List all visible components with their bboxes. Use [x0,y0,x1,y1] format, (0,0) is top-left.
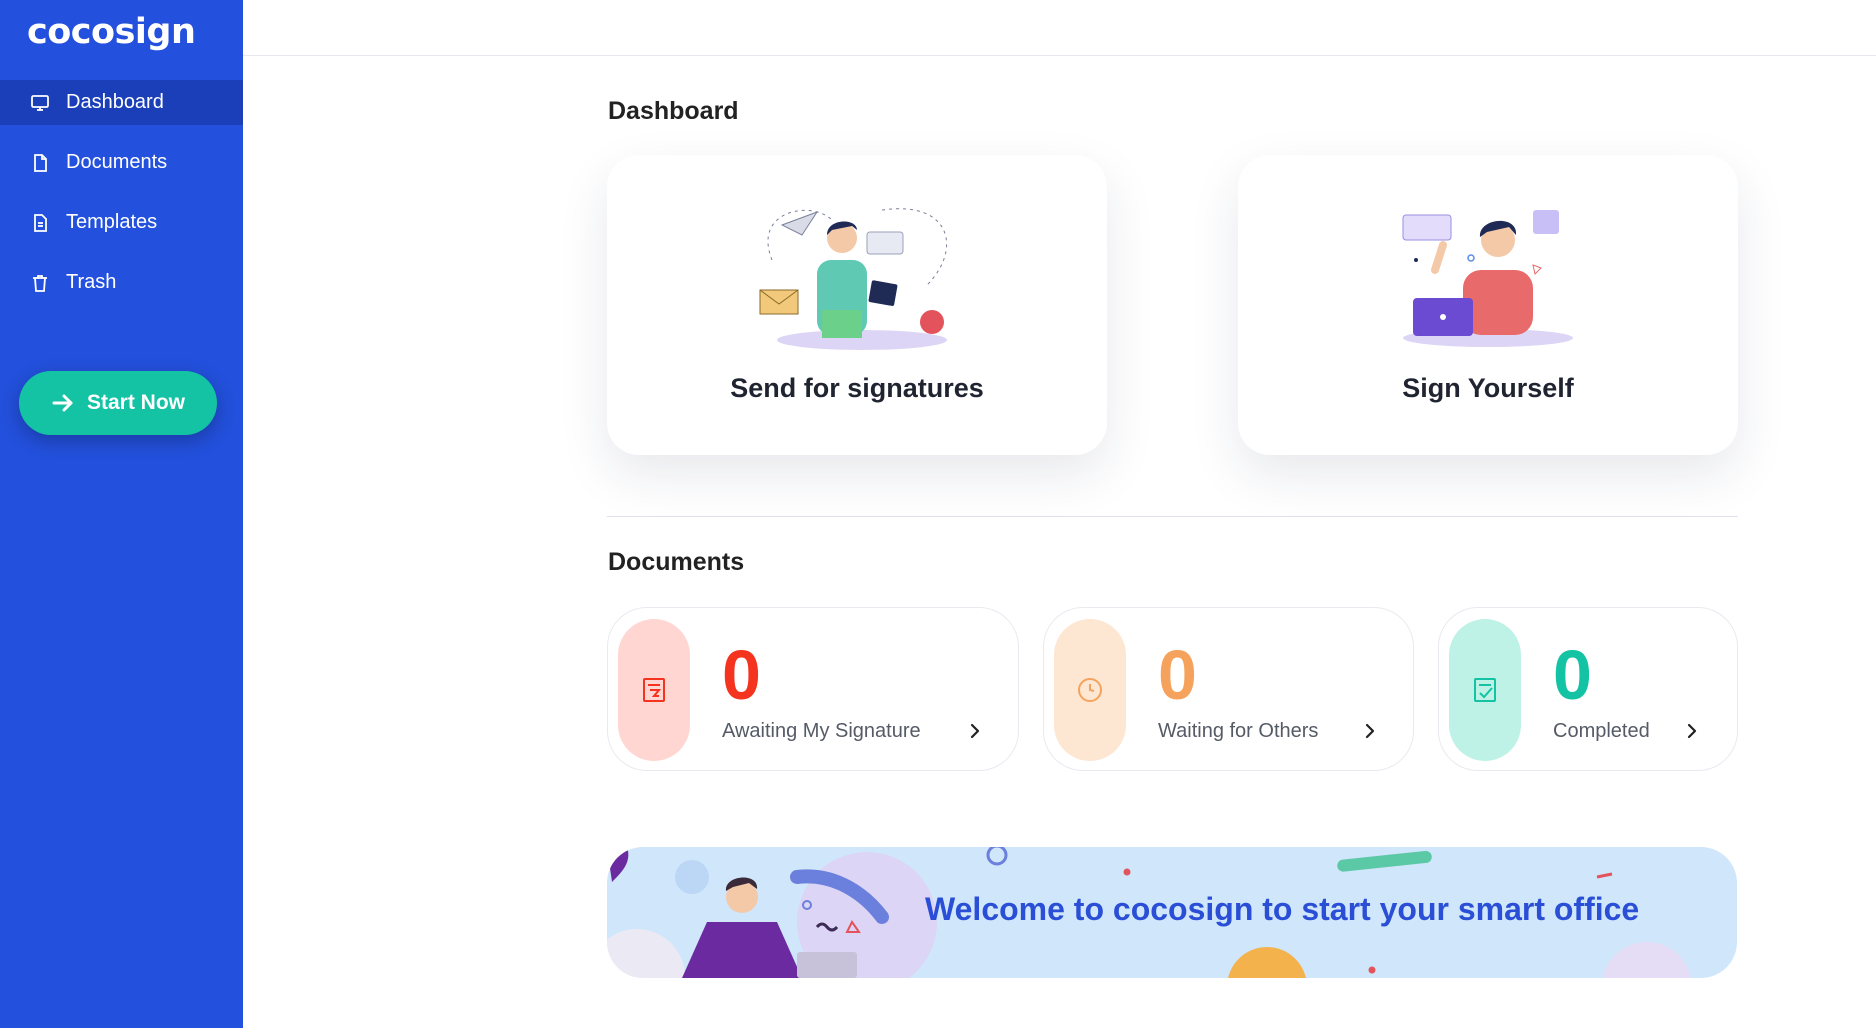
sidebar: cocosign Dashboard Documents Templates T… [0,0,243,1028]
arrow-right-icon [52,394,73,412]
sidebar-item-dashboard[interactable]: Dashboard [0,80,243,125]
start-now-label: Start Now [86,391,185,414]
sidebar-item-label: Dashboard [66,91,164,113]
sidebar-nav: Dashboard Documents Templates Trash [0,80,243,320]
welcome-banner[interactable]: Welcome to cocosign to start your smart … [607,847,1737,978]
completed-count: 0 [1553,636,1592,714]
clock-icon [1078,678,1102,702]
chevron-right-icon[interactable] [1361,722,1379,740]
send-for-signatures-label: Send for signatures [730,373,984,403]
completed-card[interactable]: 0 Completed [1438,607,1738,771]
signature-doc-icon [643,678,665,702]
chevron-right-icon[interactable] [1683,722,1701,740]
send-signature-illustration [759,208,948,350]
checked-doc-icon [1474,678,1496,702]
waiting-label: Waiting for Others [1158,720,1319,742]
welcome-text: Welcome to cocosign to start your smart … [925,891,1640,927]
completed-label: Completed [1553,720,1650,742]
trash-icon [30,273,50,293]
dashboard-title: Dashboard [608,97,739,125]
awaiting-count: 0 [722,636,761,714]
sidebar-item-documents[interactable]: Documents [0,140,243,185]
waiting-for-others-card[interactable]: 0 Waiting for Others [1043,607,1414,771]
sidebar-item-trash[interactable]: Trash [0,260,243,305]
waiting-count: 0 [1158,636,1197,714]
sign-yourself-card[interactable]: Sign Yourself [1238,155,1738,455]
send-for-signatures-card[interactable]: Send for signatures [607,155,1107,455]
chevron-right-icon[interactable] [966,722,984,740]
document-icon [30,153,50,173]
sidebar-item-templates[interactable]: Templates [0,200,243,245]
sidebar-item-label: Templates [66,211,158,233]
documents-title: Documents [608,548,745,576]
waiting-pill [1054,619,1126,761]
awaiting-pill [618,619,690,761]
logo[interactable]: cocosign [27,12,196,52]
completed-pill [1449,619,1521,761]
sidebar-item-label: Trash [66,271,117,293]
awaiting-my-signature-card[interactable]: 0 Awaiting My Signature [607,607,1019,771]
template-icon [30,213,50,233]
sign-yourself-label: Sign Yourself [1402,373,1574,403]
monitor-icon [30,93,50,113]
section-divider [607,516,1738,517]
start-now-button[interactable]: Start Now [19,371,217,435]
top-bar [243,0,1876,56]
sidebar-item-label: Documents [66,151,168,173]
app-root: cocosign Dashboard Documents Templates T… [0,0,1876,1028]
sign-yourself-illustration [1402,210,1573,347]
awaiting-label: Awaiting My Signature [722,720,921,742]
